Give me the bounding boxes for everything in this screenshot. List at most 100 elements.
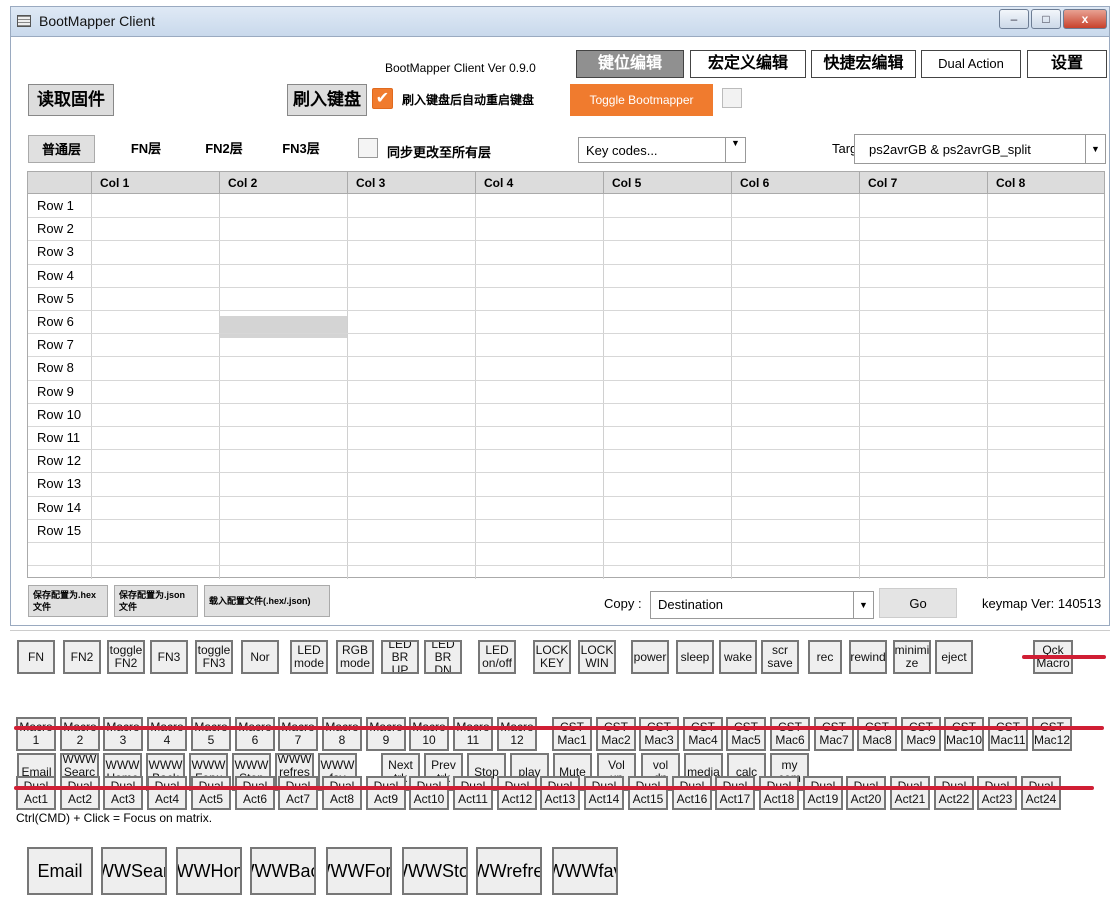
key-toggle-fn2[interactable]: toggle FN2 — [107, 640, 145, 674]
key-dual-act11[interactable]: DualAct11 — [453, 776, 493, 810]
key-cst-mac7[interactable]: CSTMac7 — [814, 717, 854, 751]
close-button[interactable]: x — [1063, 9, 1107, 29]
key-rec[interactable]: rec — [808, 640, 842, 674]
key-codes-select[interactable]: Key codes... ▼ — [578, 137, 746, 163]
zoom-key-www-refres-h[interactable]: WWWrefresh — [476, 847, 542, 895]
key-minimi-ze[interactable]: minimi ze — [893, 640, 931, 674]
key-dual-act15[interactable]: DualAct15 — [628, 776, 668, 810]
key-macro-11[interactable]: Macro11 — [453, 717, 493, 751]
key-dual-act6[interactable]: DualAct6 — [235, 776, 275, 810]
zoom-key-www-fav[interactable]: WWWfav — [552, 847, 618, 895]
key-lock-win[interactable]: LOCK WIN — [578, 640, 616, 674]
key-nor[interactable]: Nor — [241, 640, 279, 674]
key-cst-mac9[interactable]: CSTMac9 — [901, 717, 941, 751]
key-macro-4[interactable]: Macro4 — [147, 717, 187, 751]
flash-keyboard-button[interactable]: 刷入键盘 — [287, 84, 367, 116]
key-macro-8[interactable]: Macro8 — [322, 717, 362, 751]
key-dual-act12[interactable]: DualAct12 — [497, 776, 537, 810]
key-cst-mac11[interactable]: CSTMac11 — [988, 717, 1028, 751]
layer-normal[interactable]: 普通层 — [28, 135, 95, 163]
tab-dual-action[interactable]: Dual Action — [921, 50, 1021, 78]
key-cst-mac8[interactable]: CSTMac8 — [857, 717, 897, 751]
key-scr-save[interactable]: scr save — [761, 640, 799, 674]
key-dual-act17[interactable]: DualAct17 — [715, 776, 755, 810]
key-macro-10[interactable]: Macro10 — [409, 717, 449, 751]
key-cst-mac12[interactable]: CSTMac12 — [1032, 717, 1072, 751]
key-led-br-dn[interactable]: LED BR DN — [424, 640, 462, 674]
key-dual-act23[interactable]: DualAct23 — [977, 776, 1017, 810]
key-dual-act24[interactable]: DualAct24 — [1021, 776, 1061, 810]
key-dual-act8[interactable]: DualAct8 — [322, 776, 362, 810]
zoom-key-www-back[interactable]: WWWBack — [250, 847, 316, 895]
key-dual-act2[interactable]: DualAct2 — [60, 776, 100, 810]
key-dual-act1[interactable]: DualAct1 — [16, 776, 56, 810]
key-cst-mac4[interactable]: CSTMac4 — [683, 717, 723, 751]
key-cst-mac10[interactable]: CSTMac10 — [944, 717, 984, 751]
key-led-br-up[interactable]: LED BR UP — [381, 640, 419, 674]
toggle-bootmapper-button[interactable]: Toggle Bootmapper — [570, 84, 713, 116]
key-toggle-fn3[interactable]: toggle FN3 — [195, 640, 233, 674]
zoom-key-www-home[interactable]: WWWHome — [176, 847, 242, 895]
key-led-on-off[interactable]: LED on/off — [478, 640, 516, 674]
save-json-button[interactable]: 保存配置为.json 文件 — [114, 585, 198, 617]
key-cst-mac6[interactable]: CSTMac6 — [770, 717, 810, 751]
key-dual-act9[interactable]: DualAct9 — [366, 776, 406, 810]
key-rewind[interactable]: rewind — [849, 640, 887, 674]
key-dual-act18[interactable]: DualAct18 — [759, 776, 799, 810]
layer-fn3[interactable]: FN3层 — [264, 135, 338, 163]
key-macro-1[interactable]: Macro1 — [16, 717, 56, 751]
key-wake[interactable]: wake — [719, 640, 757, 674]
key-dual-act10[interactable]: DualAct10 — [409, 776, 449, 810]
key-dual-act4[interactable]: DualAct4 — [147, 776, 187, 810]
key-macro-5[interactable]: Macro5 — [191, 717, 231, 751]
key-macro-7[interactable]: Macro7 — [278, 717, 318, 751]
key-fn3[interactable]: FN3 — [150, 640, 188, 674]
key-macro-12[interactable]: Macro12 — [497, 717, 537, 751]
key-led-mode[interactable]: LED mode — [290, 640, 328, 674]
matrix-cell-selected[interactable] — [219, 316, 347, 338]
key-cst-mac5[interactable]: CSTMac5 — [726, 717, 766, 751]
keymap-matrix[interactable]: Col 1 Col 2 Col 3 Col 4 Col 5 Col 6 Col 7 Col 8… — [27, 171, 1105, 579]
key-cst-mac2[interactable]: CSTMac2 — [596, 717, 636, 751]
key-sleep[interactable]: sleep — [676, 640, 714, 674]
layer-fn2[interactable]: FN2层 — [188, 135, 260, 163]
tab-macro-edit[interactable]: 宏定义编辑 — [690, 50, 806, 78]
key-eject[interactable]: eject — [935, 640, 973, 674]
key-dual-act21[interactable]: DualAct21 — [890, 776, 930, 810]
key-dual-act5[interactable]: DualAct5 — [191, 776, 231, 810]
key-fn2[interactable]: FN2 — [63, 640, 101, 674]
zoom-key-www-searc-h[interactable]: WWWSearch — [101, 847, 167, 895]
key-dual-act19[interactable]: DualAct19 — [803, 776, 843, 810]
key-dual-act3[interactable]: DualAct3 — [103, 776, 143, 810]
key-power[interactable]: power — [631, 640, 669, 674]
destination-select[interactable]: Destination ▼ — [650, 591, 874, 619]
maximize-button[interactable]: □ — [1031, 9, 1061, 29]
key-dual-act22[interactable]: DualAct22 — [934, 776, 974, 810]
zoom-key-email[interactable]: Email — [27, 847, 93, 895]
tab-quick-macro-edit[interactable]: 快捷宏编辑 — [811, 50, 916, 78]
key-dual-act7[interactable]: DualAct7 — [278, 776, 318, 810]
key-fn[interactable]: FN — [17, 640, 55, 674]
minimize-button[interactable]: – — [999, 9, 1029, 29]
load-config-button[interactable]: 载入配置文件(.hex/.json) — [204, 585, 330, 617]
key-rgb-mode[interactable]: RGB mode — [336, 640, 374, 674]
toggle-bootmapper-checkbox[interactable] — [722, 88, 742, 108]
go-button[interactable]: Go — [879, 588, 957, 618]
key-dual-act14[interactable]: DualAct14 — [584, 776, 624, 810]
zoom-key-www-forw[interactable]: WWWForw — [326, 847, 392, 895]
key-macro-2[interactable]: Macro2 — [60, 717, 100, 751]
target-select[interactable]: ps2avrGB & ps2avrGB_split ▼ — [854, 134, 1106, 164]
key-macro-3[interactable]: Macro3 — [103, 717, 143, 751]
key-dual-act16[interactable]: DualAct16 — [672, 776, 712, 810]
save-hex-button[interactable]: 保存配置为.hex 文件 — [28, 585, 108, 617]
key-cst-mac1[interactable]: CSTMac1 — [552, 717, 592, 751]
zoom-key-www-stop[interactable]: WWWStop — [402, 847, 468, 895]
read-firmware-button[interactable]: 读取固件 — [28, 84, 114, 116]
sync-all-layers-checkbox[interactable] — [358, 138, 378, 158]
key-lock-key[interactable]: LOCK KEY — [533, 640, 571, 674]
layer-fn[interactable]: FN层 — [108, 135, 184, 163]
tab-key-edit[interactable]: 键位编辑 — [576, 50, 684, 78]
key-cst-mac3[interactable]: CSTMac3 — [639, 717, 679, 751]
auto-restart-checkbox[interactable]: ✔ — [372, 88, 393, 109]
tab-settings[interactable]: 设置 — [1027, 50, 1107, 78]
